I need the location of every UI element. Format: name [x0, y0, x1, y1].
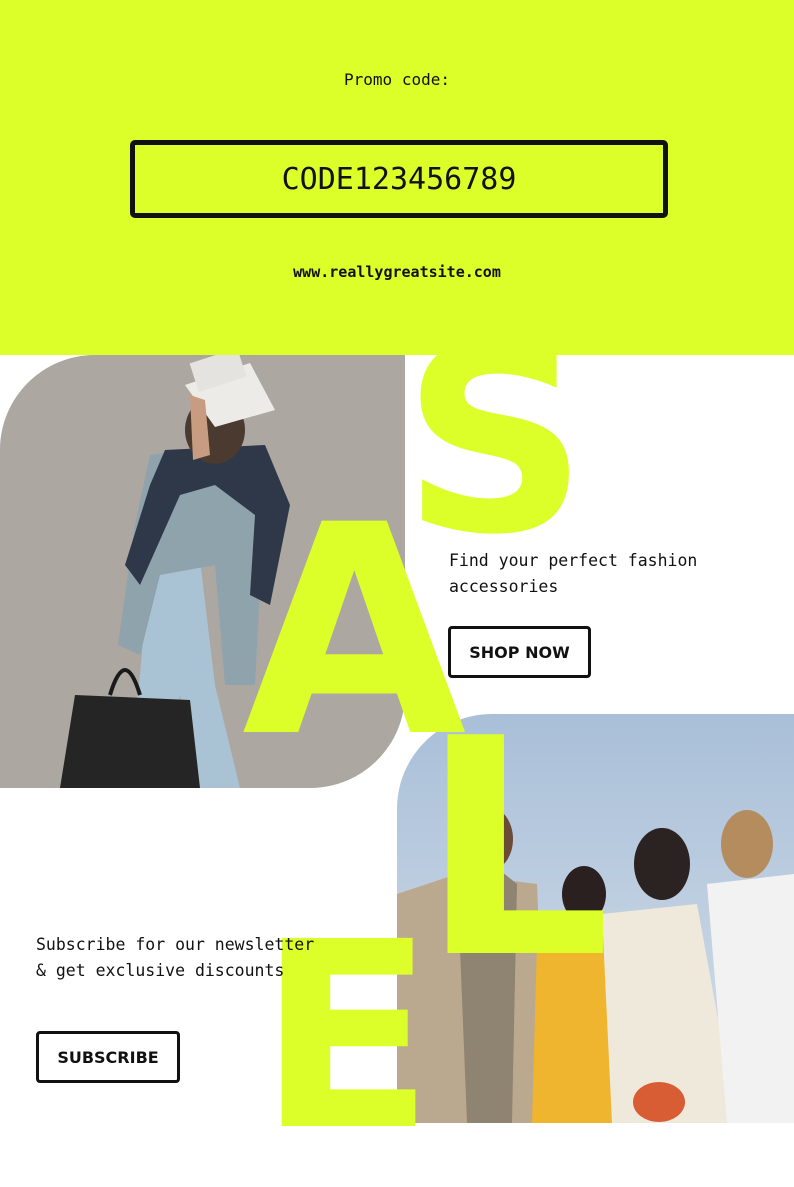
shop-tagline: Find your perfect fashion accessories [449, 551, 698, 596]
shop-now-button[interactable]: SHOP NOW [448, 626, 591, 678]
promo-code-box[interactable]: CODE123456789 [130, 140, 668, 218]
sale-letter-l: L [420, 675, 612, 1024]
website-link[interactable]: www.reallygreatsite.com [0, 263, 794, 281]
subscribe-button[interactable]: SUBSCRIBE [36, 1031, 180, 1083]
newsletter-text: Subscribe for our newsletter & get exclu… [36, 935, 315, 980]
promo-banner: Promo code: CODE123456789 www.reallygrea… [0, 0, 794, 355]
promo-label: Promo code: [344, 70, 450, 89]
